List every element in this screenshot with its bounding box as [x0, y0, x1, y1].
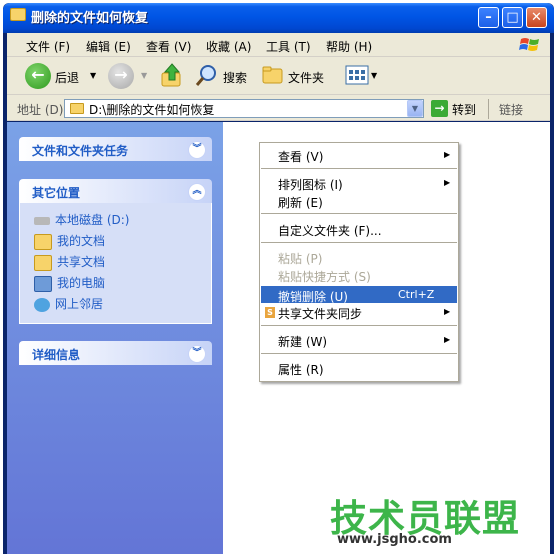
- menu-item-arrange-icons[interactable]: 排列图标 (I): [278, 176, 343, 193]
- documents-folder-icon: [34, 233, 52, 250]
- share-sync-icon: S: [265, 307, 275, 318]
- other-places-header[interactable]: 其它位置 ︽: [19, 179, 212, 203]
- up-folder-icon[interactable]: [160, 62, 184, 88]
- chevron-down-icon[interactable]: ︾: [188, 141, 206, 159]
- divider: [488, 99, 489, 119]
- menu-item-paste: 粘贴 (P): [278, 252, 323, 266]
- go-arrow-icon[interactable]: →: [431, 100, 448, 117]
- chevron-down-icon[interactable]: ︾: [188, 345, 206, 363]
- menu-help[interactable]: 帮助 (H): [326, 38, 372, 55]
- place-my-computer[interactable]: 我的电脑: [34, 274, 105, 292]
- submenu-arrow-icon: ▶: [444, 178, 451, 187]
- close-button[interactable]: ✕: [526, 7, 547, 28]
- panel-title: 文件和文件夹任务: [32, 144, 129, 158]
- menu-file[interactable]: 文件 (F): [26, 38, 70, 55]
- computer-icon: [34, 275, 52, 292]
- back-button[interactable]: 后退: [55, 69, 79, 86]
- menu-favorites[interactable]: 收藏 (A): [206, 38, 251, 55]
- go-button[interactable]: 转到: [452, 101, 476, 118]
- submenu-arrow-icon: ▶: [444, 307, 451, 316]
- links-label[interactable]: 链接: [499, 101, 523, 118]
- forward-dropdown-icon[interactable]: ▼: [141, 71, 147, 80]
- window-title: 删除的文件如何恢复: [31, 11, 149, 26]
- chevron-down-icon[interactable]: ▼: [407, 100, 423, 117]
- address-path[interactable]: D:\删除的文件如何恢复: [89, 101, 214, 118]
- submenu-arrow-icon: ▶: [444, 150, 451, 159]
- menu-item-undo-delete[interactable]: 撤销删除 (U): [278, 288, 348, 305]
- panel-title: 详细信息: [32, 348, 81, 362]
- search-icon[interactable]: [195, 63, 219, 87]
- maximize-button[interactable]: □: [502, 7, 523, 28]
- menu-item-paste-shortcut: 粘贴快捷方式 (S): [278, 270, 371, 284]
- menu-item-new[interactable]: 新建 (W): [278, 333, 327, 350]
- separator: [261, 325, 457, 326]
- folder-icon: [70, 103, 84, 114]
- undo-shortcut: Ctrl+Z: [398, 288, 435, 301]
- place-my-documents[interactable]: 我的文档: [34, 232, 105, 250]
- place-shared-documents[interactable]: 共享文档: [34, 253, 105, 271]
- minimize-button[interactable]: –: [478, 7, 499, 28]
- menu-view[interactable]: 查看 (V): [146, 38, 191, 55]
- address-label: 地址 (D): [17, 103, 64, 117]
- file-folder-tasks-header[interactable]: 文件和文件夹任务 ︾: [19, 137, 212, 161]
- menu-edit[interactable]: 编辑 (E): [86, 38, 131, 55]
- separator: [261, 213, 457, 214]
- forward-arrow-icon[interactable]: →: [108, 63, 134, 89]
- views-dropdown-icon[interactable]: ▼: [371, 71, 377, 80]
- back-arrow-icon[interactable]: ←: [25, 63, 51, 89]
- folder-icon: [10, 8, 26, 21]
- back-dropdown-icon[interactable]: ▼: [90, 71, 96, 80]
- details-header[interactable]: 详细信息 ︾: [19, 341, 212, 365]
- network-icon: [34, 297, 50, 312]
- drive-icon: [34, 216, 50, 225]
- submenu-arrow-icon: ▶: [444, 335, 451, 344]
- folders-icon[interactable]: [261, 64, 285, 86]
- place-network[interactable]: 网上邻居: [34, 295, 103, 312]
- menu-item-view[interactable]: 查看 (V): [278, 148, 323, 165]
- panel-title: 其它位置: [32, 186, 81, 200]
- menu-item-properties[interactable]: 属性 (R): [278, 361, 324, 378]
- shared-folder-icon: [34, 254, 52, 271]
- views-icon[interactable]: [345, 65, 369, 85]
- watermark-url: www.jsgho.com: [337, 532, 452, 547]
- menu-tools[interactable]: 工具 (T): [266, 38, 311, 55]
- chevron-up-icon[interactable]: ︽: [188, 183, 206, 201]
- search-button[interactable]: 搜索: [223, 69, 247, 86]
- separator: [261, 242, 457, 243]
- menu-item-customize-folder[interactable]: 自定义文件夹 (F)...: [278, 222, 382, 239]
- windows-logo-icon: [519, 38, 539, 51]
- place-local-disk[interactable]: 本地磁盘 (D:): [34, 211, 129, 228]
- separator: [261, 353, 457, 354]
- separator: [261, 168, 457, 169]
- menu-item-refresh[interactable]: 刷新 (E): [278, 194, 323, 211]
- menu-item-share-sync[interactable]: 共享文件夹同步: [278, 305, 362, 322]
- folders-button[interactable]: 文件夹: [288, 69, 324, 86]
